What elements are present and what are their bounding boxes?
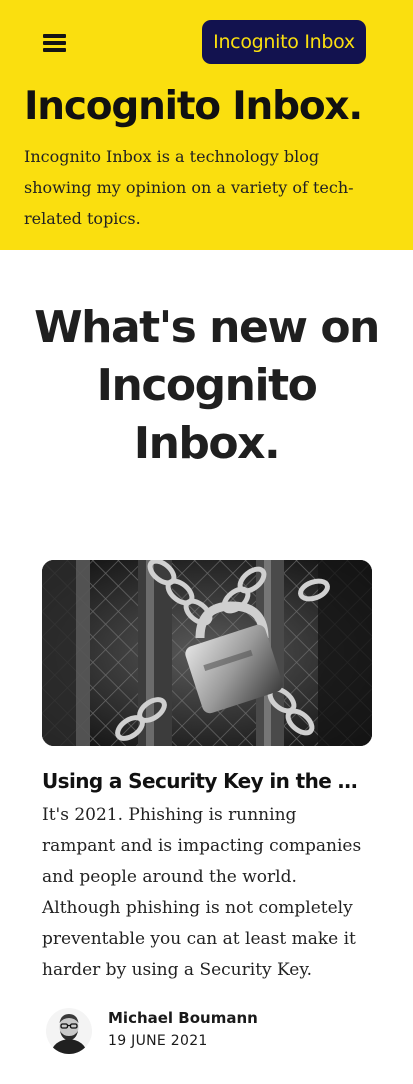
brand-home-button[interactable]: Incognito Inbox [202, 20, 366, 64]
post-title[interactable]: Using a Security Key in the world of phi… [42, 769, 372, 793]
author-avatar [46, 1008, 92, 1054]
post-excerpt: It's 2021. Phishing is running rampant a… [42, 805, 362, 980]
author-name[interactable]: Michael Boumann [108, 1009, 258, 1027]
section-heading: What's new on Incognito Inbox. [34, 302, 380, 469]
post-date: 19 JUNE 2021 [108, 1033, 208, 1049]
post-feature-image[interactable] [42, 560, 372, 746]
menu-bar [43, 34, 66, 38]
site-title: Incognito Inbox. [24, 84, 363, 129]
hamburger-menu-icon[interactable] [42, 33, 68, 55]
menu-bar [43, 41, 66, 45]
site-description: Incognito Inbox is a technology blog sho… [24, 147, 354, 228]
author-photo [46, 1008, 92, 1054]
menu-bar [43, 48, 66, 52]
padlock-chain-image [42, 560, 372, 746]
hero-header: Incognito Inbox Incognito Inbox. Incogni… [0, 0, 413, 250]
